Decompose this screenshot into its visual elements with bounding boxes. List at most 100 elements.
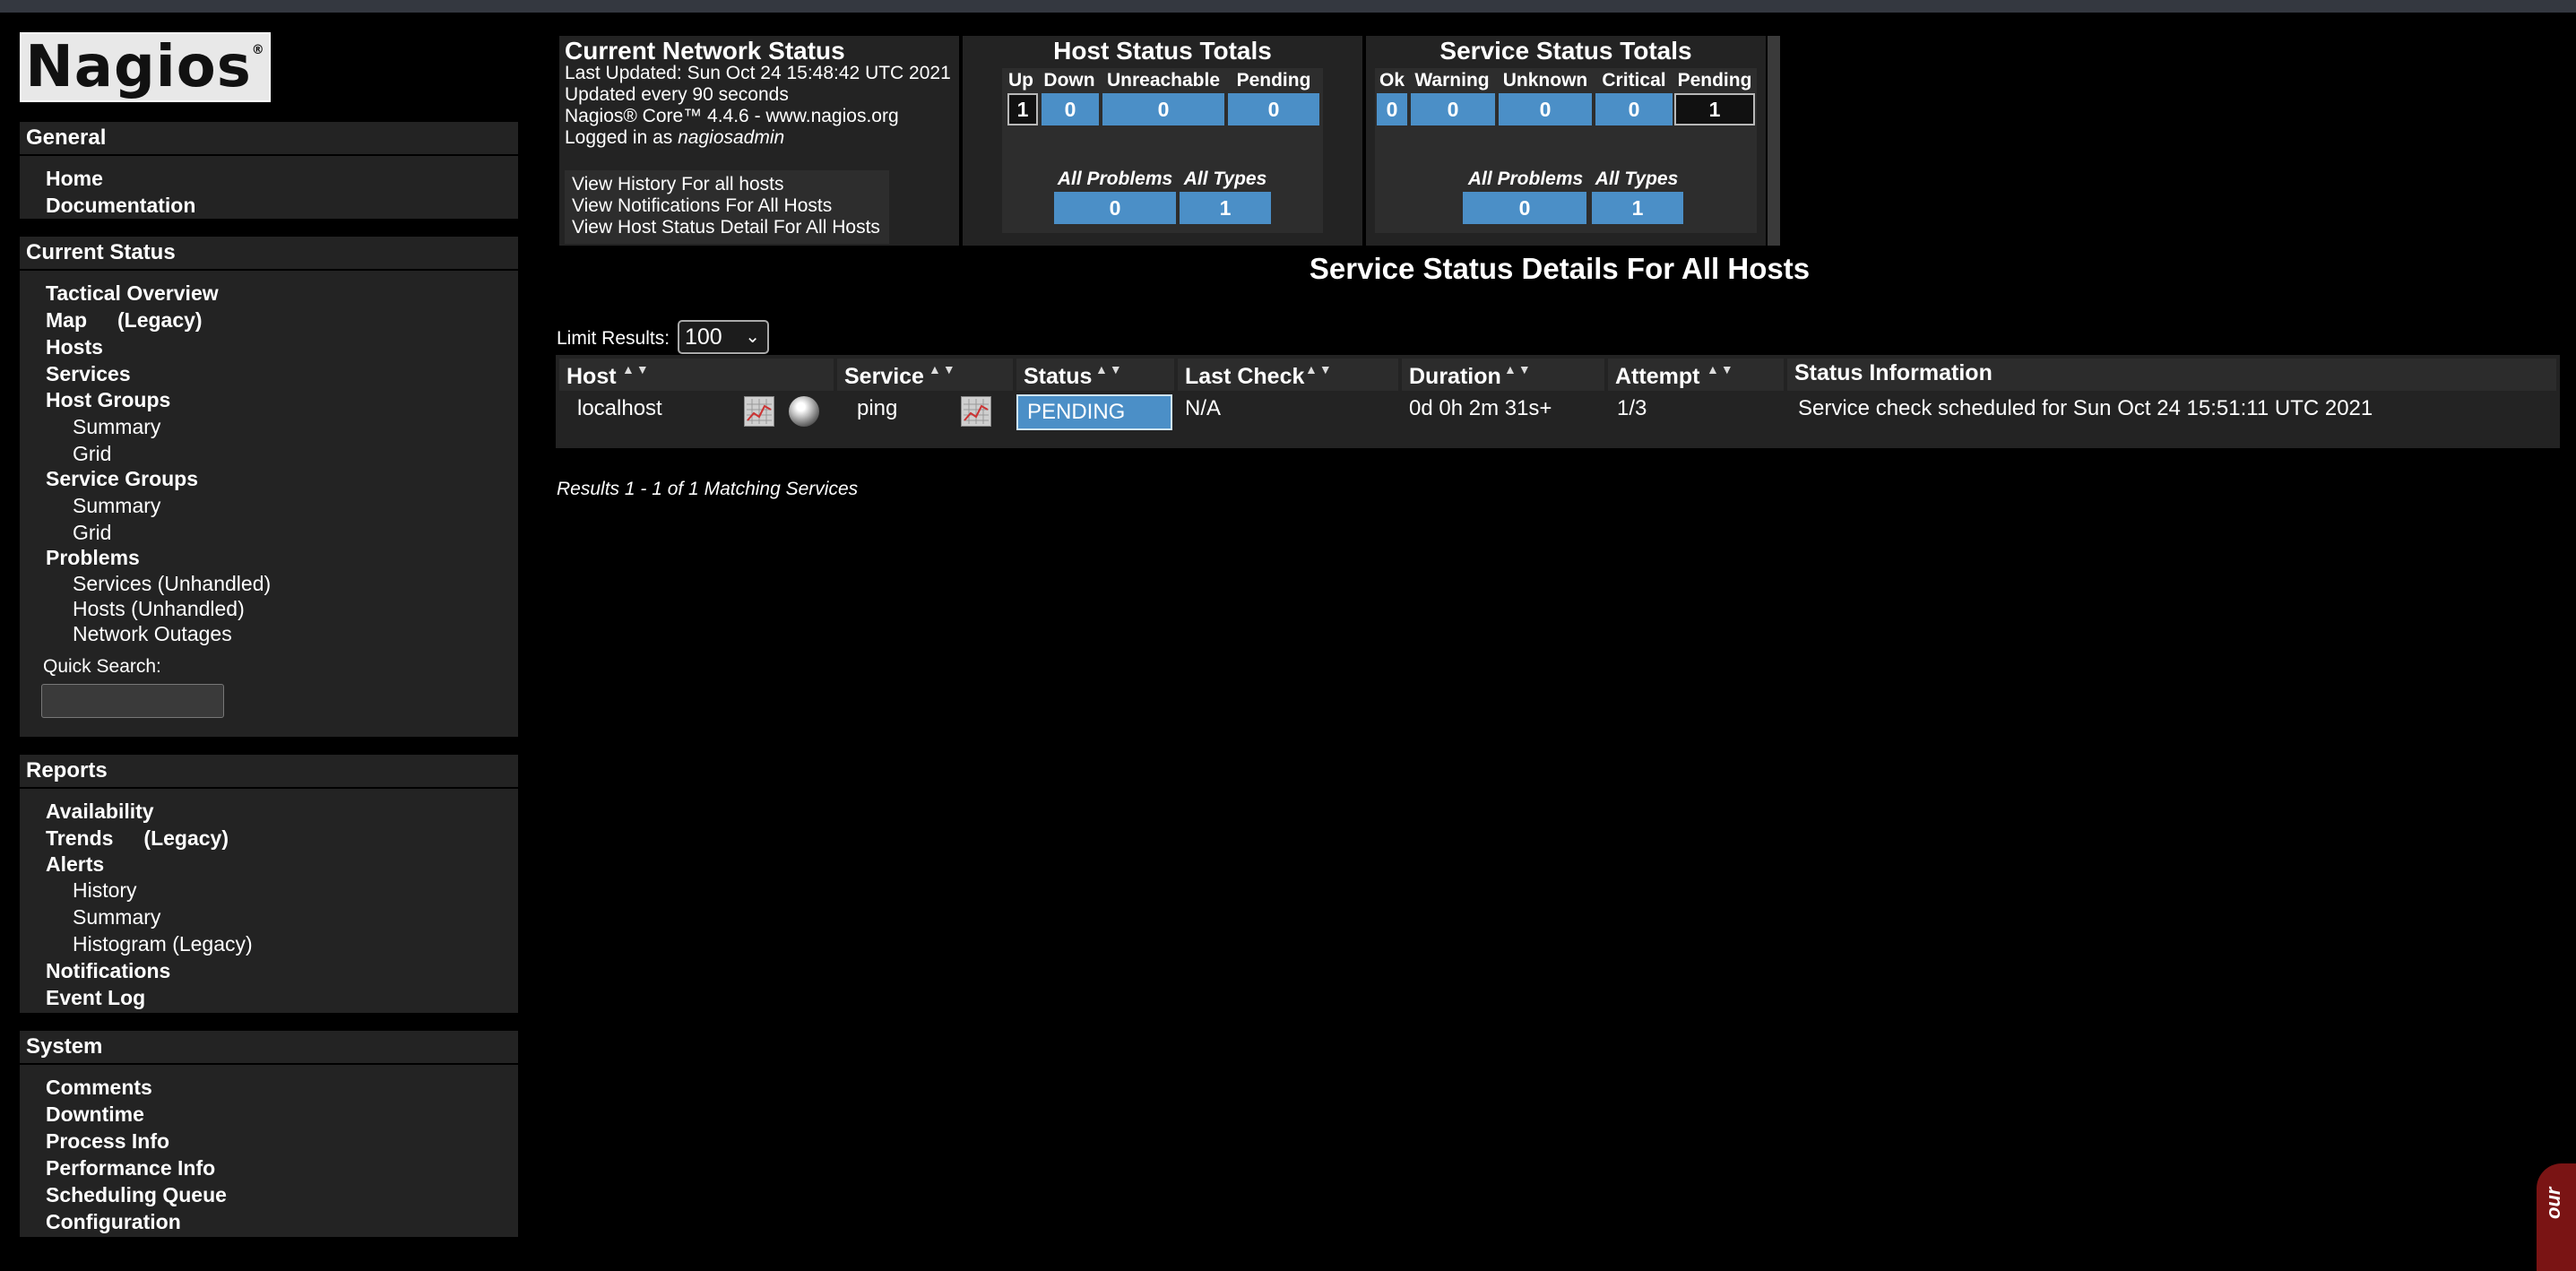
nav-service-groups[interactable]: Service Groups	[46, 467, 198, 491]
chevron-down-icon: ⌄	[745, 327, 760, 347]
nav-alerts-summary[interactable]: Summary	[73, 905, 160, 929]
nav-availability[interactable]: Availability	[46, 800, 154, 824]
service-count-warning[interactable]: 0	[1411, 93, 1495, 125]
nav-services-unhandled[interactable]: Services (Unhandled)	[73, 572, 271, 596]
column-header-status[interactable]: Status ▲▼	[1016, 359, 1174, 391]
service-totals-title: Service Status Totals	[1439, 37, 1692, 65]
nav-documentation[interactable]: Documentation	[46, 194, 195, 218]
sort-arrows-icon[interactable]: ▲▼	[929, 362, 957, 376]
nav-tactical-overview[interactable]: Tactical Overview	[46, 281, 219, 306]
nav-host-groups-grid[interactable]: Grid	[73, 442, 111, 466]
host-label-down: Down	[1043, 70, 1095, 91]
row-last-check: N/A	[1185, 396, 1222, 420]
service-count-ok[interactable]: 0	[1377, 93, 1407, 125]
host-graph-icon[interactable]	[744, 396, 774, 427]
link-view-history[interactable]: View History For all hosts	[572, 174, 784, 195]
globe-icon[interactable]	[789, 396, 819, 427]
sidebar-general: General Home Documentation	[20, 122, 518, 219]
nav-trends[interactable]: Trends (Legacy)	[46, 826, 229, 851]
column-header-service[interactable]: Service ▲▼	[837, 359, 1013, 391]
service-count-all-types[interactable]: 1	[1592, 192, 1683, 224]
nagios-version: Nagios® Core™ 4.4.6 - www.nagios.org	[565, 106, 899, 126]
quick-search-input[interactable]	[41, 684, 224, 718]
quick-search-label: Quick Search:	[43, 656, 161, 677]
host-count-unreachable[interactable]: 0	[1102, 93, 1224, 125]
service-count-unknown[interactable]: 0	[1499, 93, 1592, 125]
nav-comments[interactable]: Comments	[46, 1076, 152, 1100]
nav-service-groups-summary[interactable]: Summary	[73, 494, 160, 518]
host-count-pending[interactable]: 0	[1228, 93, 1319, 125]
host-count-all-types[interactable]: 1	[1180, 192, 1271, 224]
status-links: View History For all hosts View Notifica…	[565, 170, 889, 244]
nav-host-groups-summary[interactable]: Summary	[73, 415, 160, 439]
link-view-host-status[interactable]: View Host Status Detail For All Hosts	[572, 217, 880, 238]
service-totals-table: Ok Warning Unknown Critical Pending 0 0 …	[1375, 68, 1757, 233]
update-interval: Updated every 90 seconds	[565, 84, 789, 105]
sidebar-system: System Comments Downtime Process Info Pe…	[20, 1031, 518, 1237]
sort-arrows-icon[interactable]: ▲▼	[1095, 362, 1124, 376]
service-count-critical[interactable]: 0	[1595, 93, 1673, 125]
nav-map[interactable]: Map (Legacy)	[46, 308, 203, 333]
service-label-unknown: Unknown	[1502, 70, 1588, 91]
column-header-status-information: Status Information	[1787, 359, 2556, 391]
sort-arrows-icon[interactable]: ▲▼	[622, 362, 651, 376]
panel-scrollbar[interactable]	[1768, 36, 1780, 246]
service-label-all-problems: All Problems	[1467, 169, 1584, 189]
feedback-tab-label: our	[2542, 1187, 2564, 1219]
service-status-table: Host ▲▼ Service ▲▼ Status ▲▼ Last Check …	[556, 355, 2560, 448]
service-count-all-problems[interactable]: 0	[1463, 192, 1586, 224]
row-service-link[interactable]: ping	[857, 396, 897, 421]
logo-text: Nagios®	[25, 34, 265, 100]
nav-service-groups-grid[interactable]: Grid	[73, 521, 111, 545]
limit-results-value: 100	[685, 324, 722, 350]
nav-hosts-unhandled[interactable]: Hosts (Unhandled)	[73, 597, 245, 621]
host-label-up: Up	[1008, 70, 1033, 91]
limit-results-select[interactable]: 100 ⌄	[678, 320, 769, 354]
host-label-unreachable: Unreachable	[1106, 70, 1221, 91]
sort-arrows-icon[interactable]: ▲▼	[1504, 362, 1533, 376]
link-view-notifications[interactable]: View Notifications For All Hosts	[572, 195, 832, 217]
nav-problems[interactable]: Problems	[46, 546, 140, 570]
nav-home[interactable]: Home	[46, 167, 103, 191]
sort-arrows-icon[interactable]: ▲▼	[1707, 362, 1735, 376]
nav-host-groups[interactable]: Host Groups	[46, 388, 170, 412]
nav-downtime[interactable]: Downtime	[46, 1102, 144, 1127]
nav-alerts-histogram[interactable]: Histogram (Legacy)	[73, 932, 253, 956]
page-title: Service Status Details For All Hosts	[1309, 252, 1811, 285]
nav-alerts[interactable]: Alerts	[46, 852, 104, 877]
service-totals-panel: Service Status Totals Ok Warning Unknown…	[1366, 36, 1766, 246]
nav-alerts-history[interactable]: History	[73, 878, 137, 903]
status-badge: PENDING	[1016, 394, 1172, 430]
row-host-link[interactable]: localhost	[577, 396, 662, 421]
host-count-down[interactable]: 0	[1042, 93, 1099, 125]
row-attempt: 1/3	[1617, 396, 1647, 420]
sort-arrows-icon[interactable]: ▲▼	[1305, 362, 1334, 376]
nav-hosts[interactable]: Hosts	[46, 335, 103, 359]
service-count-pending[interactable]: 1	[1674, 93, 1755, 125]
host-count-up[interactable]: 1	[1007, 93, 1038, 125]
nav-configuration[interactable]: Configuration	[46, 1210, 181, 1234]
column-header-duration[interactable]: Duration ▲▼	[1402, 359, 1604, 391]
service-label-critical: Critical	[1602, 70, 1666, 91]
limit-results-label: Limit Results:	[557, 328, 670, 349]
column-header-host[interactable]: Host ▲▼	[559, 359, 834, 391]
nav-network-outages[interactable]: Network Outages	[73, 622, 232, 646]
nav-performance-info[interactable]: Performance Info	[46, 1156, 215, 1180]
nav-process-info[interactable]: Process Info	[46, 1129, 169, 1154]
username: nagiosadmin	[678, 127, 785, 148]
host-label-pending: Pending	[1236, 70, 1311, 91]
host-label-all-problems: All Problems	[1057, 169, 1173, 189]
column-header-attempt[interactable]: Attempt ▲▼	[1608, 359, 1784, 391]
service-label-warning: Warning	[1414, 70, 1490, 91]
host-totals-title: Host Status Totals	[1053, 37, 1272, 65]
column-header-last-check[interactable]: Last Check ▲▼	[1178, 359, 1398, 391]
nav-event-log[interactable]: Event Log	[46, 986, 145, 1010]
nagios-logo[interactable]: Nagios®	[20, 32, 271, 102]
host-count-all-problems[interactable]: 0	[1054, 192, 1176, 224]
nav-notifications[interactable]: Notifications	[46, 959, 170, 983]
network-status-panel: Current Network Status Last Updated: Sun…	[559, 36, 959, 246]
nav-scheduling-queue[interactable]: Scheduling Queue	[46, 1183, 227, 1207]
service-graph-icon[interactable]	[961, 396, 991, 427]
nav-services[interactable]: Services	[46, 362, 131, 386]
results-count: Results 1 - 1 of 1 Matching Services	[557, 479, 859, 499]
